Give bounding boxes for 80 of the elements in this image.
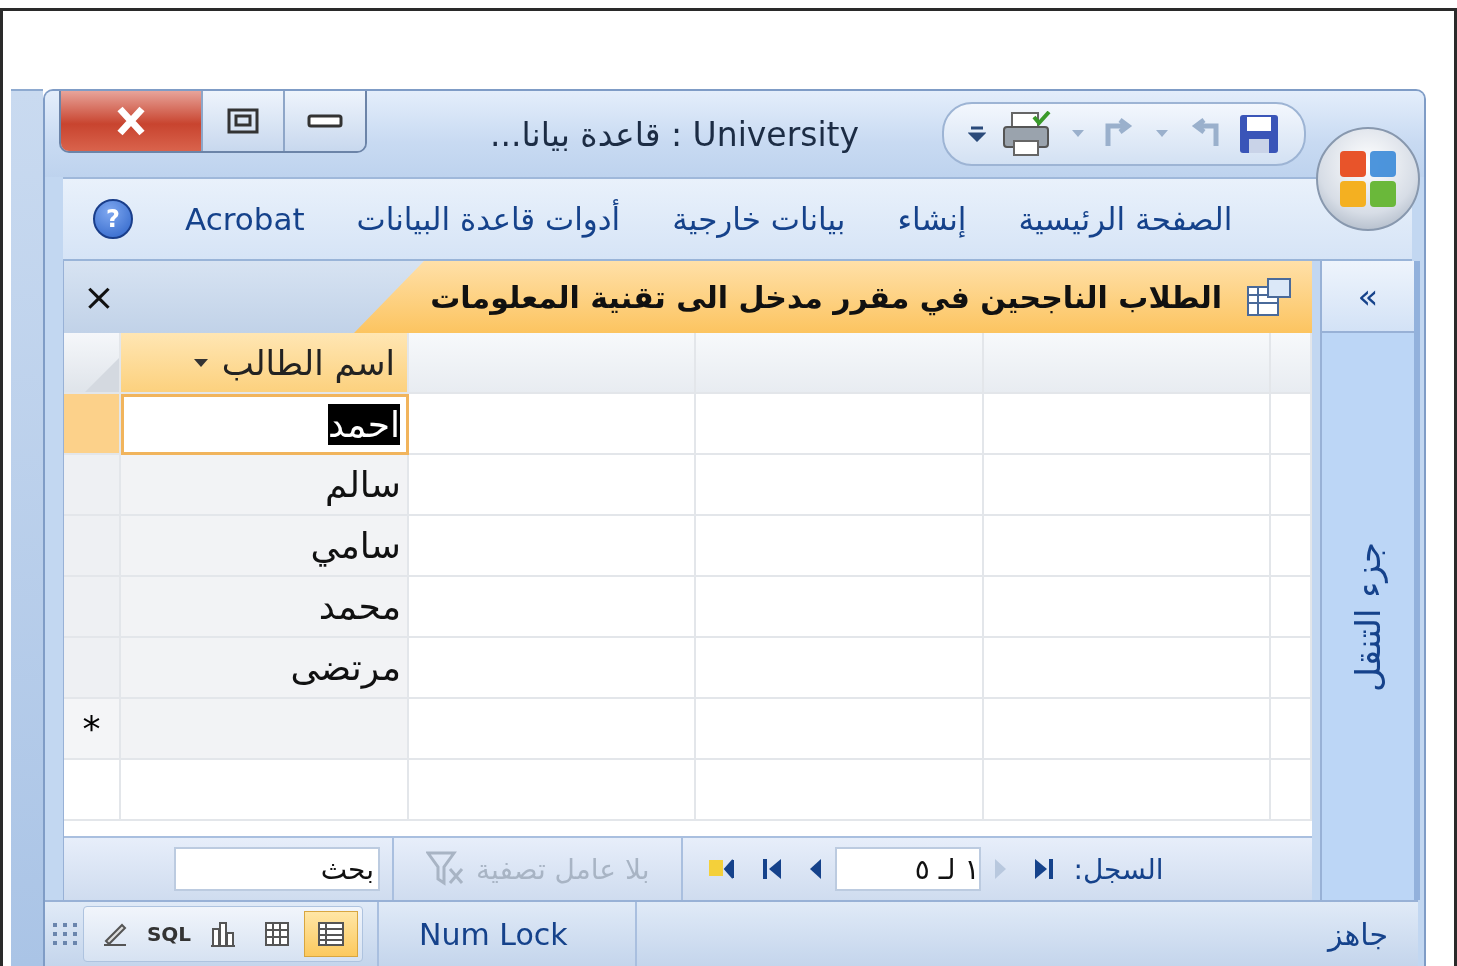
ribbon-tab[interactable]: إنشاء <box>897 201 967 237</box>
table-cell[interactable] <box>984 394 1271 455</box>
column-header[interactable] <box>696 333 984 394</box>
table-cell[interactable] <box>1271 394 1312 455</box>
record-label: السجل: <box>1072 852 1164 886</box>
filter-icon <box>426 851 466 887</box>
table-cell[interactable] <box>696 760 984 821</box>
table-cell[interactable] <box>696 394 984 455</box>
record-selector[interactable] <box>64 760 121 821</box>
column-header[interactable] <box>1271 333 1312 394</box>
table-cell[interactable] <box>984 699 1271 760</box>
table-cell[interactable] <box>1271 455 1312 516</box>
table-cell[interactable]: سالم <box>121 455 409 516</box>
table-cell[interactable] <box>409 699 696 760</box>
num-lock-indicator: Num Lock <box>377 902 637 966</box>
view-button[interactable] <box>304 911 358 957</box>
column-header-label: اسم الطالب <box>221 342 395 383</box>
restore-icon <box>226 107 260 135</box>
column-header[interactable] <box>984 333 1271 394</box>
table-cell[interactable] <box>696 455 984 516</box>
datasheet-view-icon <box>316 919 346 949</box>
table-cell[interactable] <box>696 638 984 699</box>
ribbon-tab[interactable]: أدوات قاعدة البيانات <box>356 201 621 237</box>
column-header[interactable] <box>409 333 696 394</box>
table-cell[interactable] <box>696 577 984 638</box>
restore-button[interactable] <box>201 91 283 151</box>
status-text: جاهز <box>1325 916 1389 952</box>
view-button[interactable]: SQL <box>142 911 196 957</box>
window-title: University : قاعدة بيانا... <box>488 114 861 154</box>
record-selector[interactable] <box>64 455 121 516</box>
close-button[interactable] <box>61 91 201 151</box>
minimize-button[interactable] <box>283 91 365 151</box>
corner-triangle-icon <box>85 358 119 392</box>
minimize-icon <box>307 114 343 128</box>
table-cell[interactable] <box>1271 516 1312 577</box>
save-icon[interactable] <box>1238 113 1280 155</box>
table-cell[interactable] <box>409 394 696 455</box>
table-cell[interactable] <box>121 760 409 821</box>
table-cell[interactable] <box>409 760 696 821</box>
table-cell[interactable]: سامي <box>121 516 409 577</box>
navigation-pane-label[interactable]: جزء التنقل <box>1348 541 1388 692</box>
search-field[interactable]: بحث <box>174 847 380 891</box>
select-all-corner[interactable] <box>64 333 121 394</box>
ribbon-tab[interactable]: Acrobat <box>185 201 305 237</box>
table-cell[interactable] <box>984 516 1271 577</box>
table-cell[interactable] <box>409 638 696 699</box>
expand-pane-button[interactable]: « <box>1322 261 1414 333</box>
document-tab[interactable]: الطلاب الناجحين في مقرر مدخل الى تقنية المعلومات <box>354 261 1312 333</box>
table-cell[interactable] <box>1271 699 1312 760</box>
table-cell[interactable]: محمد <box>121 577 409 638</box>
ribbon-tab[interactable]: الصفحة الرئيسية <box>1018 201 1233 237</box>
table-cell[interactable] <box>984 638 1271 699</box>
record-selector[interactable] <box>64 394 121 455</box>
table-cell[interactable] <box>409 516 696 577</box>
record-selector[interactable] <box>64 516 121 577</box>
table-cell[interactable] <box>1271 760 1312 821</box>
record-selector[interactable] <box>64 638 121 699</box>
table-cell[interactable] <box>409 455 696 516</box>
table-cell[interactable]: احمد <box>121 394 409 455</box>
dropdown-arrow-icon[interactable] <box>191 356 210 369</box>
table-cell[interactable] <box>984 760 1271 821</box>
table-cell[interactable] <box>696 516 984 577</box>
table-cell[interactable]: مرتضى <box>121 638 409 699</box>
document-tab-title: الطلاب الناجحين في مقرر مدخل الى تقنية المعلومات <box>430 279 1222 315</box>
table-cell[interactable] <box>984 577 1271 638</box>
table-cell[interactable] <box>1271 577 1312 638</box>
table-cell[interactable] <box>1271 638 1312 699</box>
pivot-table-view-icon <box>262 919 292 949</box>
ribbon-tab[interactable]: بيانات خارجية <box>672 201 846 237</box>
table-cell[interactable] <box>121 699 409 760</box>
table-cell[interactable] <box>696 699 984 760</box>
record-position-field[interactable]: ١ لـ ٥ <box>835 847 982 891</box>
pivot-chart-view-icon <box>208 919 238 949</box>
column-header[interactable]: اسم الطالب <box>121 333 409 394</box>
table-cell[interactable] <box>409 577 696 638</box>
close-button[interactable]: × <box>64 261 134 333</box>
new-record-marker: * <box>64 699 121 760</box>
table-cell[interactable] <box>984 455 1271 516</box>
query-icon <box>1246 277 1292 317</box>
record-selector[interactable] <box>64 577 121 638</box>
